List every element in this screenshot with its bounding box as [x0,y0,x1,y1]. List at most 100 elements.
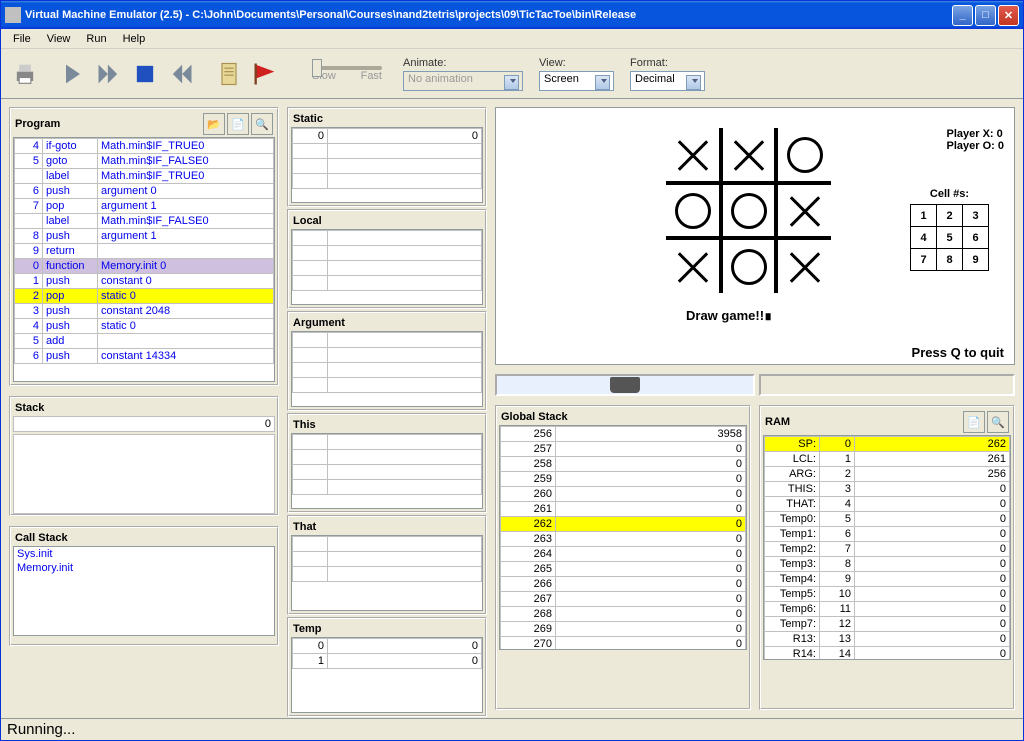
that-grid[interactable] [291,535,483,611]
ram-row: THAT:40 [765,497,1010,512]
program-title: Program [15,118,60,130]
fast-label: Fast [361,70,382,82]
callstack-item[interactable]: Sys.init [14,547,274,561]
player-x-score: Player X: 0 [947,128,1004,140]
program-row[interactable]: 9return [15,244,274,259]
global-stack-row: 2610 [501,502,746,517]
player-o-score: Player O: 0 [947,140,1004,152]
menu-help[interactable]: Help [115,31,154,47]
program-row[interactable]: 2popstatic 0 [15,289,274,304]
argument-grid[interactable] [291,331,483,407]
menu-view[interactable]: View [39,31,79,47]
minimize-button[interactable]: _ [952,5,973,26]
argument-row [293,378,482,393]
format-dropdown[interactable]: Decimal [630,71,705,91]
speed-slider[interactable]: SlowFast [307,66,387,82]
menubar: File View Run Help [1,29,1023,49]
screen-output: Player X: 0 Player O: 0 Cell #s: 1234567… [495,107,1015,365]
temp-grid[interactable]: 0010 [291,637,483,713]
program-panel: Program 📂 📄 🔍 4if-gotoMath.min$IF_TRUE05… [9,107,279,386]
format-label: Format: [630,57,705,69]
menu-file[interactable]: File [5,31,39,47]
program-row[interactable]: 7popargument 1 [15,199,274,214]
stack-title: Stack [13,400,275,416]
temp-row: 10 [293,654,482,669]
program-row[interactable]: 3pushconstant 2048 [15,304,274,319]
ram-row: Temp6:110 [765,602,1010,617]
static-row [293,159,482,174]
breakpoint-button[interactable] [249,58,281,90]
global-stack-grid[interactable]: 2563958257025802590260026102620263026402… [499,425,747,650]
global-stack-row: 2650 [501,562,746,577]
global-stack-row: 2570 [501,442,746,457]
this-grid[interactable] [291,433,483,509]
ttt-cell [721,238,776,293]
ram-grid[interactable]: SP:0262LCL:1261ARG:2256THIS:30THAT:40Tem… [763,435,1011,660]
ttt-cell [776,183,831,238]
rewind-button[interactable] [165,58,197,90]
local-row [293,246,482,261]
local-panel: Local [287,209,487,309]
program-row[interactable]: labelMath.min$IF_TRUE0 [15,169,274,184]
program-row[interactable]: 8pushargument 1 [15,229,274,244]
ttt-cell [666,128,721,183]
that-row [293,537,482,552]
ram-open-button[interactable]: 📄 [963,411,985,433]
global-stack-row: 2580 [501,457,746,472]
callstack-list[interactable]: Sys.initMemory.init [13,546,275,636]
ram-row: Temp3:80 [765,557,1010,572]
global-stack-title: Global Stack [499,409,747,425]
global-stack-row: 2640 [501,547,746,562]
print-button[interactable] [9,58,41,90]
ram-row: Temp1:60 [765,527,1010,542]
animate-dropdown[interactable]: No animation [403,71,523,91]
global-stack-row: 2590 [501,472,746,487]
temp-panel: Temp0010 [287,617,487,717]
ram-row: R13:130 [765,632,1010,647]
keyboard-output [759,374,1015,396]
keyboard-input[interactable] [495,374,755,396]
search-button[interactable]: 🔍 [251,113,273,135]
cell-nums-title: Cell #s: [910,188,989,200]
stop-button[interactable] [129,58,161,90]
program-row[interactable]: 4pushstatic 0 [15,319,274,334]
menu-run[interactable]: Run [78,31,114,47]
app-icon [5,7,21,23]
this-title: This [291,417,483,433]
static-row [293,174,482,189]
program-row[interactable]: 4if-gotoMath.min$IF_TRUE0 [15,139,274,154]
local-row [293,261,482,276]
callstack-item[interactable]: Memory.init [14,561,274,575]
that-row [293,567,482,582]
status-bar: Running... [1,718,1023,740]
program-row[interactable]: 5gotoMath.min$IF_FALSE0 [15,154,274,169]
step-button[interactable] [57,58,89,90]
callstack-panel: Call Stack Sys.initMemory.init [9,526,279,646]
script-button[interactable] [213,58,245,90]
static-title: Static [291,111,483,127]
local-grid[interactable] [291,229,483,305]
view-dropdown[interactable]: Screen [539,71,614,91]
program-row[interactable]: labelMath.min$IF_FALSE0 [15,214,274,229]
run-button[interactable] [93,58,125,90]
ttt-cell [776,238,831,293]
local-title: Local [291,213,483,229]
open-folder-button[interactable]: 📂 [203,113,225,135]
program-row[interactable]: 6pushargument 0 [15,184,274,199]
ram-search-button[interactable]: 🔍 [987,411,1009,433]
program-row[interactable]: 5add [15,334,274,349]
ram-row: R14:140 [765,647,1010,661]
program-row[interactable]: 6pushconstant 14334 [15,349,274,364]
ttt-cell [666,238,721,293]
static-grid[interactable]: 00 [291,127,483,203]
program-row[interactable]: 1pushconstant 0 [15,274,274,289]
maximize-button[interactable]: □ [975,5,996,26]
program-grid[interactable]: 4if-gotoMath.min$IF_TRUE05gotoMath.min$I… [13,137,275,382]
global-stack-row: 2660 [501,577,746,592]
this-row [293,435,482,450]
program-row[interactable]: 0functionMemory.init 0 [15,259,274,274]
close-button[interactable]: ✕ [998,5,1019,26]
this-row [293,450,482,465]
new-file-button[interactable]: 📄 [227,113,249,135]
titlebar: Virtual Machine Emulator (2.5) - C:\John… [1,1,1023,29]
